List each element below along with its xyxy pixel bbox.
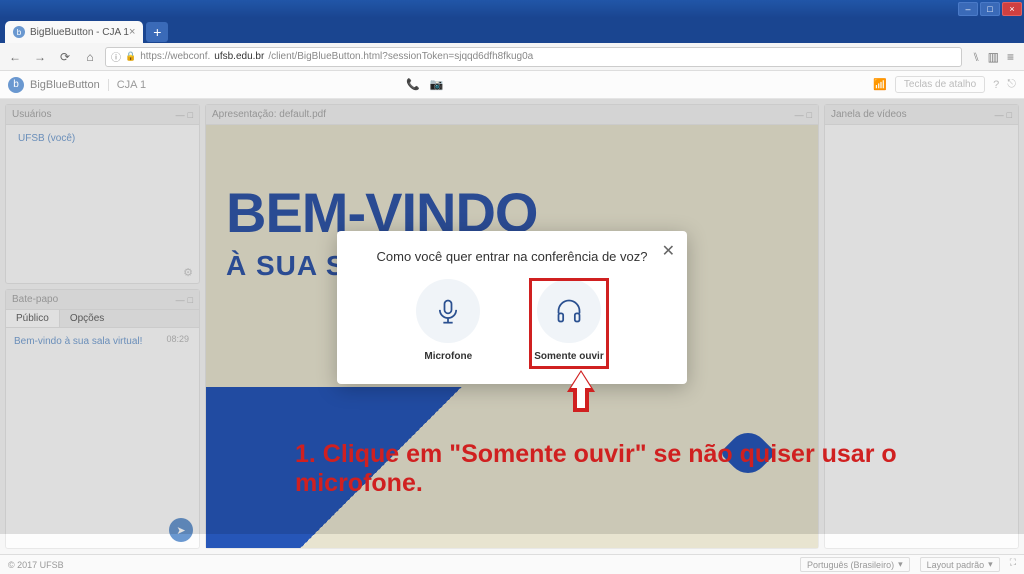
help-icon[interactable]: ? [993, 79, 999, 91]
lock-icon: 🔒 [125, 51, 136, 62]
app-logo-icon: b [8, 77, 24, 93]
headphones-icon [555, 297, 583, 325]
shortcuts-button[interactable]: Teclas de atalho [895, 76, 985, 93]
close-modal-button[interactable]: ✕ [662, 241, 675, 261]
audio-modal: ✕ Como você quer entrar na conferência d… [337, 231, 687, 384]
microphone-label: Microfone [424, 351, 472, 362]
app-brand: BigBlueButton [30, 79, 100, 91]
microphone-option[interactable]: Microfone [416, 279, 480, 368]
browser-tab-bar: b BigBlueButton - CJA 1 × + [0, 18, 1024, 43]
forward-button[interactable]: → [30, 47, 50, 67]
copyright-text: © 2017 UFSB [8, 560, 64, 570]
room-name: CJA 1 [108, 79, 146, 91]
chevron-down-icon: ▾ [988, 559, 993, 570]
instruction-arrow-stem [573, 390, 589, 412]
sidebar-icon[interactable]: ▥ [988, 50, 999, 64]
tab-close-icon[interactable]: × [129, 26, 135, 38]
chevron-down-icon: ▾ [898, 559, 903, 570]
tab-title: BigBlueButton - CJA 1 [30, 27, 129, 38]
modal-title: Como você quer entrar na conferência de … [357, 249, 667, 264]
url-suffix: /client/BigBlueButton.html?sessionToken=… [268, 51, 533, 62]
footer: © 2017 UFSB Português (Brasileiro)▾ Layo… [0, 554, 1024, 574]
instruction-text: 1. Clique em "Somente ouvir" se não quis… [295, 440, 1024, 498]
logout-icon[interactable]: ⎋ [1007, 78, 1016, 91]
layout-dropdown[interactable]: Layout padrão▾ [920, 557, 1000, 572]
language-dropdown[interactable]: Português (Brasileiro)▾ [800, 557, 910, 572]
url-domain: ufsb.edu.br [214, 51, 264, 62]
reload-button[interactable]: ⟳ [55, 47, 75, 67]
back-button[interactable]: ← [5, 47, 25, 67]
menu-icon[interactable]: ≡ [1007, 50, 1014, 64]
info-icon: ⓘ [111, 49, 121, 64]
wifi-icon: 📶 [873, 78, 887, 91]
home-button[interactable]: ⌂ [80, 47, 100, 67]
maximize-button[interactable]: □ [980, 2, 1000, 16]
close-window-button[interactable]: × [1002, 2, 1022, 16]
url-prefix: https://webconf. [140, 51, 210, 62]
camera-icon[interactable]: 📷 [430, 78, 444, 91]
app-header: b BigBlueButton CJA 1 📞 📷 📶 Teclas de at… [0, 71, 1024, 99]
address-bar[interactable]: ⓘ 🔒 https://webconf. ufsb.edu.br/client/B… [105, 47, 962, 67]
microphone-icon [434, 297, 462, 325]
fullscreen-icon[interactable]: ⛶ [1010, 557, 1016, 572]
browser-tab[interactable]: b BigBlueButton - CJA 1 × [5, 21, 143, 43]
listen-only-label: Somente ouvir [534, 351, 603, 362]
phone-icon[interactable]: 📞 [406, 78, 420, 91]
window-title-bar: – □ × [0, 0, 1024, 18]
favicon-icon: b [13, 26, 25, 38]
listen-only-option[interactable]: Somente ouvir [530, 279, 607, 368]
minimize-button[interactable]: – [958, 2, 978, 16]
new-tab-button[interactable]: + [146, 22, 168, 42]
browser-nav-bar: ← → ⟳ ⌂ ⓘ 🔒 https://webconf. ufsb.edu.br /… [0, 43, 1024, 71]
library-icon[interactable]: ⑊ [972, 50, 979, 64]
